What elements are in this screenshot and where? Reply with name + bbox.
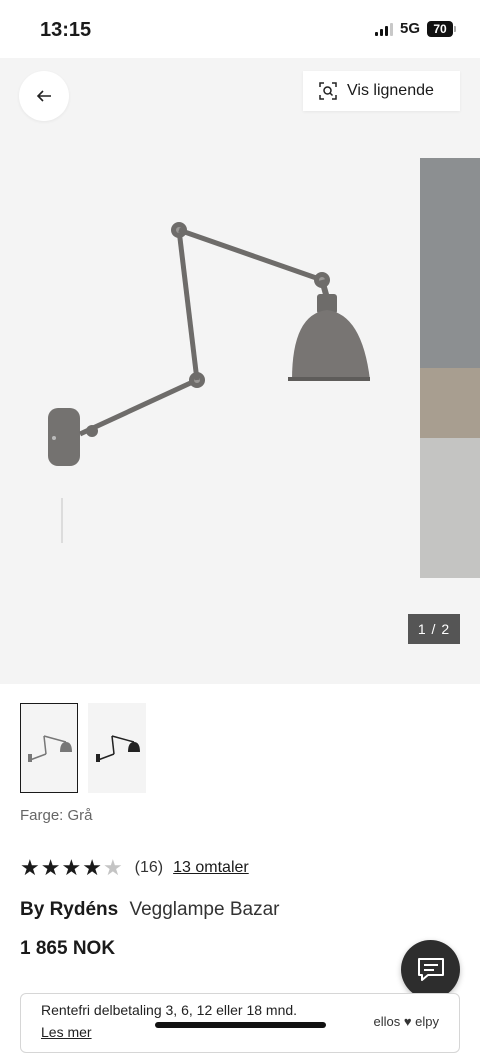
product-image-gallery[interactable]: Vis lignende 1 / 2 [0, 58, 480, 684]
next-image-preview[interactable] [420, 158, 480, 578]
battery-icon: 70 [427, 20, 456, 37]
network-type: 5G [399, 20, 420, 37]
product-title: By Rydéns Vegglampe Bazar [20, 899, 279, 921]
financing-read-more-link[interactable]: Les mer [41, 1024, 92, 1040]
rating-row: ★ ★ ★ ★ ★ (16) 13 omtaler [20, 857, 249, 879]
star-icon: ★ [20, 855, 40, 880]
status-time: 13:15 [40, 19, 92, 41]
chat-icon [417, 957, 444, 981]
similar-products-label: Vis lignende [347, 82, 434, 99]
arrow-left-icon [36, 90, 51, 102]
wall-lamp-image[interactable] [30, 198, 390, 558]
visual-search-icon [319, 82, 337, 100]
star-empty-icon: ★ [102, 855, 123, 880]
battery-level: 70 [427, 20, 453, 37]
star-rating: ★ ★ ★ ★ ★ [20, 857, 123, 879]
product-name: Vegglampe Bazar [129, 899, 280, 920]
star-icon: ★ [61, 855, 82, 880]
star-icon: ★ [82, 855, 102, 880]
status-indicators: 5G 70 [374, 20, 456, 37]
image-counter: 1 / 2 [408, 614, 460, 644]
product-price: 1 865 NOK [20, 938, 116, 959]
thumbnail-lamp-image [96, 735, 140, 762]
color-label: Farge: Grå [20, 807, 93, 824]
back-button[interactable] [19, 71, 69, 121]
similar-products-button[interactable]: Vis lignende [303, 71, 460, 111]
financing-logos: ellos ♥ elpy [373, 1014, 439, 1029]
thumbnail-2[interactable] [88, 703, 146, 793]
signal-icon [374, 22, 393, 36]
thumbnail-strip [20, 703, 146, 793]
thumbnail-lamp-image [28, 735, 72, 762]
reviews-link[interactable]: 13 omtaler [173, 859, 249, 877]
financing-text: Rentefri delbetaling 3, 6, 12 eller 18 m… [41, 1002, 298, 1018]
star-icon: ★ [40, 855, 61, 880]
thumbnail-1[interactable] [20, 703, 78, 793]
status-bar: 13:15 5G 70 [0, 0, 480, 58]
product-brand[interactable]: By Rydéns [20, 899, 118, 920]
reviews-count: (16) [134, 859, 164, 876]
chat-button[interactable] [401, 940, 460, 999]
home-indicator[interactable] [155, 1022, 326, 1028]
